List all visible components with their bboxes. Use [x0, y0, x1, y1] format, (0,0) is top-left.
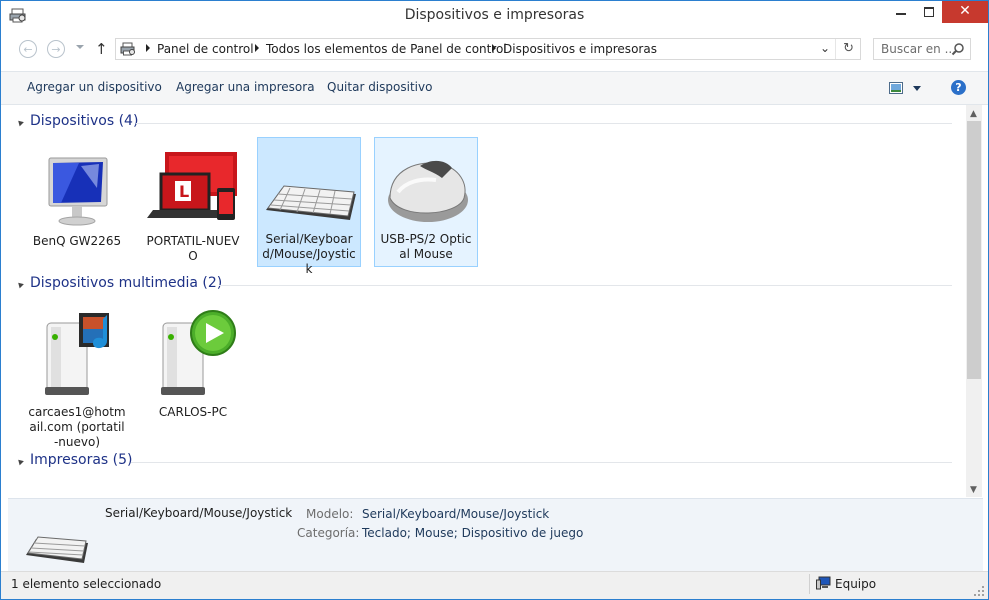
add-printer-button[interactable]: Agregar una impresora	[176, 80, 315, 94]
details-category-value: Teclado; Mouse; Dispositivo de juego	[362, 526, 584, 540]
close-icon: ✕	[959, 3, 971, 19]
monitor-icon	[48, 157, 108, 226]
computer-laptop-icon: L	[147, 152, 237, 220]
group-header-printers[interactable]: Impresoras (5)	[1, 452, 960, 472]
remove-device-button[interactable]: Quitar dispositivo	[327, 80, 432, 94]
details-model-value: Serial/Keyboard/Mouse/Joystick	[362, 507, 550, 521]
breadcrumb-separator-icon[interactable]	[146, 44, 150, 52]
back-button[interactable]: ←	[19, 40, 37, 58]
svg-text:L: L	[179, 182, 189, 201]
resize-grip-icon[interactable]	[974, 586, 984, 596]
device-label: carcaes1@hotmail.com (portatil-nuevo)	[28, 405, 126, 449]
mouse-icon	[388, 160, 468, 222]
collapse-triangle-icon[interactable]	[16, 457, 24, 466]
scroll-up-arrow-icon[interactable]: ▲	[970, 109, 977, 119]
navigation-bar: ← → ↑ Panel de control Todos los element…	[1, 33, 988, 67]
keyboard-icon	[266, 185, 356, 220]
device-label: USB-PS/2 Optical Mouse	[380, 232, 472, 261]
keyboard-icon	[26, 536, 88, 563]
address-divider	[835, 39, 836, 59]
breadcrumb-separator-icon[interactable]	[492, 44, 496, 52]
group-header-multimedia[interactable]: Dispositivos multimedia (2)	[1, 275, 960, 295]
search-icon[interactable]	[951, 42, 965, 56]
breadcrumb-separator-icon[interactable]	[255, 44, 259, 52]
breadcrumb-devices-printers[interactable]: Dispositivos e impresoras	[503, 42, 657, 56]
group-title-devices: Dispositivos (4)	[30, 113, 139, 129]
group-divider	[131, 462, 952, 463]
status-divider	[809, 574, 810, 594]
breadcrumb-panel-control[interactable]: Panel de control	[157, 42, 254, 56]
details-model-label: Modelo:	[306, 507, 354, 521]
details-pane: Serial/Keyboard/Mouse/Joystick Modelo: S…	[8, 498, 983, 571]
device-item[interactable]: USB-PS/2 Optical Mouse	[374, 137, 478, 267]
up-button[interactable]: ↑	[95, 40, 108, 58]
device-item[interactable]: carcaes1@hotmail.com (portatil-nuevo)	[25, 299, 129, 449]
vertical-scrollbar[interactable]: ▲ ▼	[966, 105, 982, 497]
computer-icon	[816, 576, 831, 590]
title-bar[interactable]: Dispositivos e impresoras ✕	[1, 1, 988, 31]
group-divider	[219, 285, 952, 286]
device-label: BenQ GW2265	[32, 234, 122, 248]
refresh-icon[interactable]: ↻	[843, 41, 854, 56]
media-player-icon	[161, 310, 236, 395]
devices-content-area: Dispositivos (4) BenQ GW2265 L PORTATIL-…	[1, 105, 966, 497]
device-item[interactable]: BenQ GW2265	[25, 138, 129, 268]
group-title-printers: Impresoras (5)	[30, 452, 133, 468]
maximize-button[interactable]	[916, 1, 942, 23]
device-item[interactable]: CARLOS-PC	[141, 299, 245, 429]
maximize-icon	[924, 7, 934, 17]
group-title-multimedia: Dispositivos multimedia (2)	[30, 275, 223, 291]
device-label: Serial/Keyboard/Mouse/Joystick	[262, 232, 356, 276]
minimize-icon	[896, 13, 906, 15]
minimize-button[interactable]	[888, 1, 914, 23]
window-title: Dispositivos e impresoras	[404, 7, 585, 23]
scroll-down-arrow-icon[interactable]: ▼	[970, 485, 977, 495]
details-category-label: Categoría:	[297, 526, 360, 540]
collapse-triangle-icon[interactable]	[16, 280, 24, 289]
change-view-icon[interactable]	[889, 82, 903, 94]
group-header-devices[interactable]: Dispositivos (4)	[1, 113, 960, 133]
media-server-icon	[45, 313, 109, 395]
close-button[interactable]: ✕	[942, 1, 988, 23]
view-options-dropdown-icon[interactable]	[913, 86, 921, 91]
command-bar: Agregar un dispositivo Agregar una impre…	[1, 71, 988, 105]
recent-locations-button[interactable]	[76, 45, 84, 49]
breadcrumb-all-items[interactable]: Todos los elementos de Panel de control	[266, 42, 507, 56]
help-icon[interactable]: ?	[951, 80, 966, 95]
group-divider	[136, 123, 952, 124]
collapse-triangle-icon[interactable]	[16, 118, 24, 127]
address-dropdown-icon[interactable]: ⌄	[820, 41, 830, 55]
search-input[interactable]: Buscar en ...	[873, 38, 971, 60]
details-device-name: Serial/Keyboard/Mouse/Joystick	[105, 506, 293, 520]
add-device-button[interactable]: Agregar un dispositivo	[27, 80, 162, 94]
status-bar: 1 elemento seleccionado Equipo	[1, 571, 988, 599]
device-item[interactable]: L PORTATIL-NUEVO	[141, 138, 245, 268]
status-location: Equipo	[835, 577, 877, 591]
device-item-selected[interactable]: Serial/Keyboard/Mouse/Joystick	[257, 137, 361, 276]
forward-button[interactable]: →	[47, 40, 65, 58]
search-placeholder: Buscar en ...	[881, 42, 957, 56]
devices-printers-icon	[120, 42, 135, 56]
device-label: CARLOS-PC	[158, 405, 228, 419]
devices-printers-window: Dispositivos e impresoras ✕ ← → ↑ Panel …	[0, 0, 989, 600]
status-selection-count: 1 elemento seleccionado	[11, 577, 162, 591]
scroll-thumb[interactable]	[967, 121, 981, 379]
address-bar[interactable]: Panel de control Todos los elementos de …	[115, 38, 861, 60]
device-label: PORTATIL-NUEVO	[146, 234, 240, 263]
